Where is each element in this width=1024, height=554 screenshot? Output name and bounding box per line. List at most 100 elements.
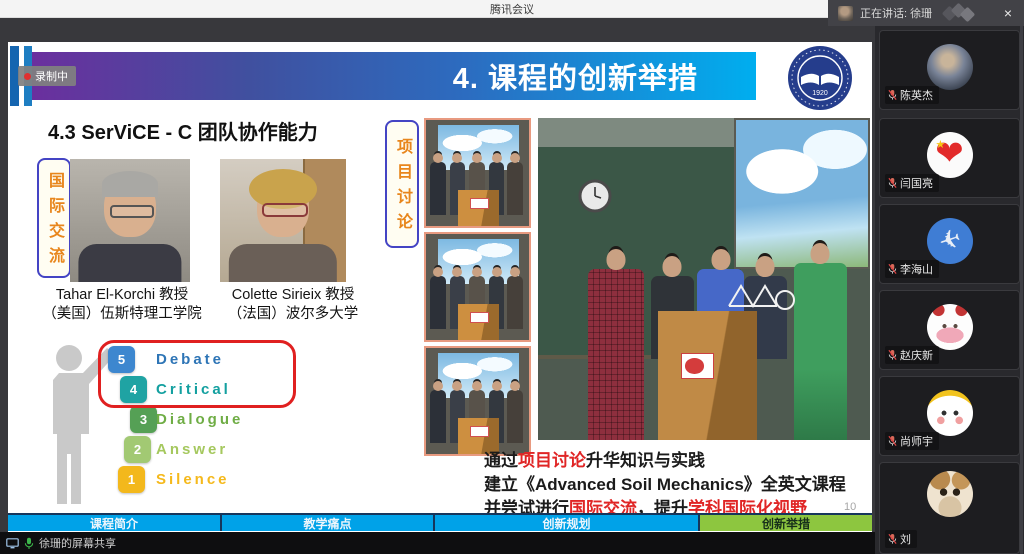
participant-tile-5[interactable]: 尚师宇 bbox=[879, 376, 1020, 456]
participant-name: 刘 bbox=[900, 531, 911, 547]
participant-avatar bbox=[927, 304, 973, 350]
portrait-body bbox=[229, 244, 337, 282]
participant-name-tag: 赵庆新 bbox=[885, 346, 939, 364]
student-figure bbox=[588, 269, 644, 440]
share-status-bar: 徐珊的屏幕共享 bbox=[0, 532, 875, 554]
professor-affiliation: （法国）波尔多大学 bbox=[210, 305, 376, 324]
participant-name: 闫国亮 bbox=[900, 175, 933, 191]
presenter-mic-icon bbox=[24, 537, 34, 550]
student-figure bbox=[794, 263, 847, 440]
tab-teaching-pain-points: 教学痛点 bbox=[222, 515, 435, 531]
slide-tab-bar: 课程简介 教学痛点 创新规划 创新举措 bbox=[8, 513, 872, 531]
mic-muted-icon bbox=[888, 533, 897, 545]
student-figure bbox=[507, 390, 522, 443]
ladder-step-label: Silence bbox=[156, 471, 230, 488]
active-speaker-banner: 正在讲话: 徐珊 × bbox=[828, 0, 1024, 26]
classroom-photo-small-2 bbox=[424, 232, 531, 342]
meeting-logo-watermark-icon bbox=[944, 4, 978, 22]
participant-name: 李海山 bbox=[900, 261, 933, 277]
professor-photo-tahar bbox=[70, 159, 190, 282]
close-icon[interactable]: × bbox=[998, 0, 1018, 26]
participant-name-tag: 尚师宇 bbox=[885, 432, 939, 450]
ladder-step-square: 1 bbox=[118, 466, 145, 493]
participant-name-tag: 李海山 bbox=[885, 260, 939, 278]
university-seal-logo: 1920 bbox=[786, 44, 854, 112]
highlight-frame bbox=[98, 340, 296, 408]
participant-tile-2[interactable]: 闫国亮 bbox=[879, 118, 1020, 198]
professor-photo-colette bbox=[220, 159, 346, 282]
classroom-photo-small-3 bbox=[424, 346, 531, 456]
participant-avatar bbox=[927, 218, 973, 264]
participant-avatar bbox=[927, 471, 973, 517]
recording-dot-icon bbox=[24, 73, 31, 80]
app-window: { "window": { "title": "腾讯会议" }, "speake… bbox=[0, 0, 1024, 554]
podium-sticker bbox=[681, 353, 714, 379]
mic-muted-icon bbox=[888, 435, 897, 447]
student-figure bbox=[507, 162, 522, 215]
participant-avatar bbox=[927, 132, 973, 178]
classroom-photo-small-1 bbox=[424, 118, 531, 228]
professor-name: Tahar El-Korchi 教授 bbox=[22, 286, 222, 305]
participant-tile-4[interactable]: 赵庆新 bbox=[879, 290, 1020, 370]
mic-muted-icon bbox=[888, 349, 897, 361]
slide-page-number: 10 bbox=[844, 501, 856, 513]
wall-clock-icon bbox=[578, 179, 612, 213]
classroom-photo-large bbox=[538, 118, 870, 440]
summary-line-1: 通过项目讨论升华知识与实践 bbox=[484, 449, 870, 473]
participant-tile-3[interactable]: 李海山 bbox=[879, 204, 1020, 284]
slide-summary-text: 通过项目讨论升华知识与实践 建立《Advanced Soil Mechanics… bbox=[484, 449, 870, 521]
slide-title: 4. 课程的创新举措 bbox=[453, 55, 698, 97]
ladder-step-label: Dialogue bbox=[156, 411, 243, 428]
ladder-step-label: Answer bbox=[156, 441, 228, 458]
tab-innovation-plan: 创新规划 bbox=[435, 515, 700, 531]
tab-course-intro: 课程简介 bbox=[8, 515, 222, 531]
tag-project-discussion: 项目讨论 bbox=[385, 120, 419, 248]
participants-sidebar: 陈英杰 闫国亮 李海山 赵庆新 尚师宇 刘 bbox=[875, 26, 1024, 554]
participant-name-tag: 闫国亮 bbox=[885, 174, 939, 192]
mic-muted-icon bbox=[888, 263, 897, 275]
active-speaker-label: 正在讲话: 徐珊 bbox=[860, 5, 932, 21]
mic-muted-icon bbox=[888, 177, 897, 189]
participant-name-tag: 刘 bbox=[885, 530, 917, 548]
slide-title-banner: 4. 课程的创新举措 bbox=[32, 52, 756, 100]
tab-innovation-measures: 创新举措 bbox=[700, 515, 872, 531]
ladder-step-square: 2 bbox=[124, 436, 151, 463]
professor-affiliation: （美国）伍斯特理工学院 bbox=[22, 305, 222, 324]
logo-year: 1920 bbox=[812, 90, 828, 97]
student-figure bbox=[430, 162, 445, 215]
portrait-face bbox=[104, 177, 156, 237]
student-figure bbox=[507, 276, 522, 329]
podium bbox=[458, 190, 499, 226]
summary-line-2: 建立《Advanced Soil Mechanics》全英文课程 bbox=[484, 473, 870, 497]
participant-name-tag: 陈英杰 bbox=[885, 86, 939, 104]
participant-tile-6[interactable]: 刘 bbox=[879, 462, 1020, 554]
participant-tile-1[interactable]: 陈英杰 bbox=[879, 30, 1020, 110]
tag-international-exchange: 国际交流 bbox=[37, 158, 71, 278]
screen-share-area: 录制中 4. 课程的创新举措 1920 4.3 SerViCE - C 团队协作… bbox=[0, 18, 875, 532]
presentation-slide: 4. 课程的创新举措 1920 4.3 SerViCE - C 团队协作能力 国… bbox=[8, 42, 872, 532]
screen-share-icon bbox=[6, 538, 19, 549]
professor-name: Colette Sirieix 教授 bbox=[210, 286, 376, 305]
podium bbox=[458, 304, 499, 340]
participant-name: 赵庆新 bbox=[900, 347, 933, 363]
window-title: 腾讯会议 bbox=[490, 1, 534, 17]
portrait-body bbox=[78, 244, 181, 282]
portrait-face bbox=[257, 177, 309, 237]
student-figure bbox=[430, 276, 445, 329]
projector-screen bbox=[734, 118, 870, 269]
professor-caption-tahar: Tahar El-Korchi 教授 （美国）伍斯特理工学院 bbox=[22, 286, 222, 324]
participant-avatar bbox=[927, 44, 973, 90]
ladder-step-square: 3 bbox=[130, 406, 157, 433]
participant-name: 陈英杰 bbox=[900, 87, 933, 103]
professor-caption-colette: Colette Sirieix 教授 （法国）波尔多大学 bbox=[210, 286, 376, 324]
share-status-label: 徐珊的屏幕共享 bbox=[39, 535, 116, 551]
recording-label: 录制中 bbox=[35, 68, 68, 84]
participant-avatar bbox=[927, 390, 973, 436]
slide-subtitle: 4.3 SerViCE - C 团队协作能力 bbox=[48, 116, 318, 145]
sidebar-scrollbar[interactable] bbox=[1020, 26, 1023, 554]
recording-indicator[interactable]: 录制中 bbox=[18, 66, 76, 86]
truss-model bbox=[727, 276, 799, 312]
mic-muted-icon bbox=[888, 89, 897, 101]
speaker-avatar bbox=[838, 6, 853, 21]
participant-name: 尚师宇 bbox=[900, 433, 933, 449]
